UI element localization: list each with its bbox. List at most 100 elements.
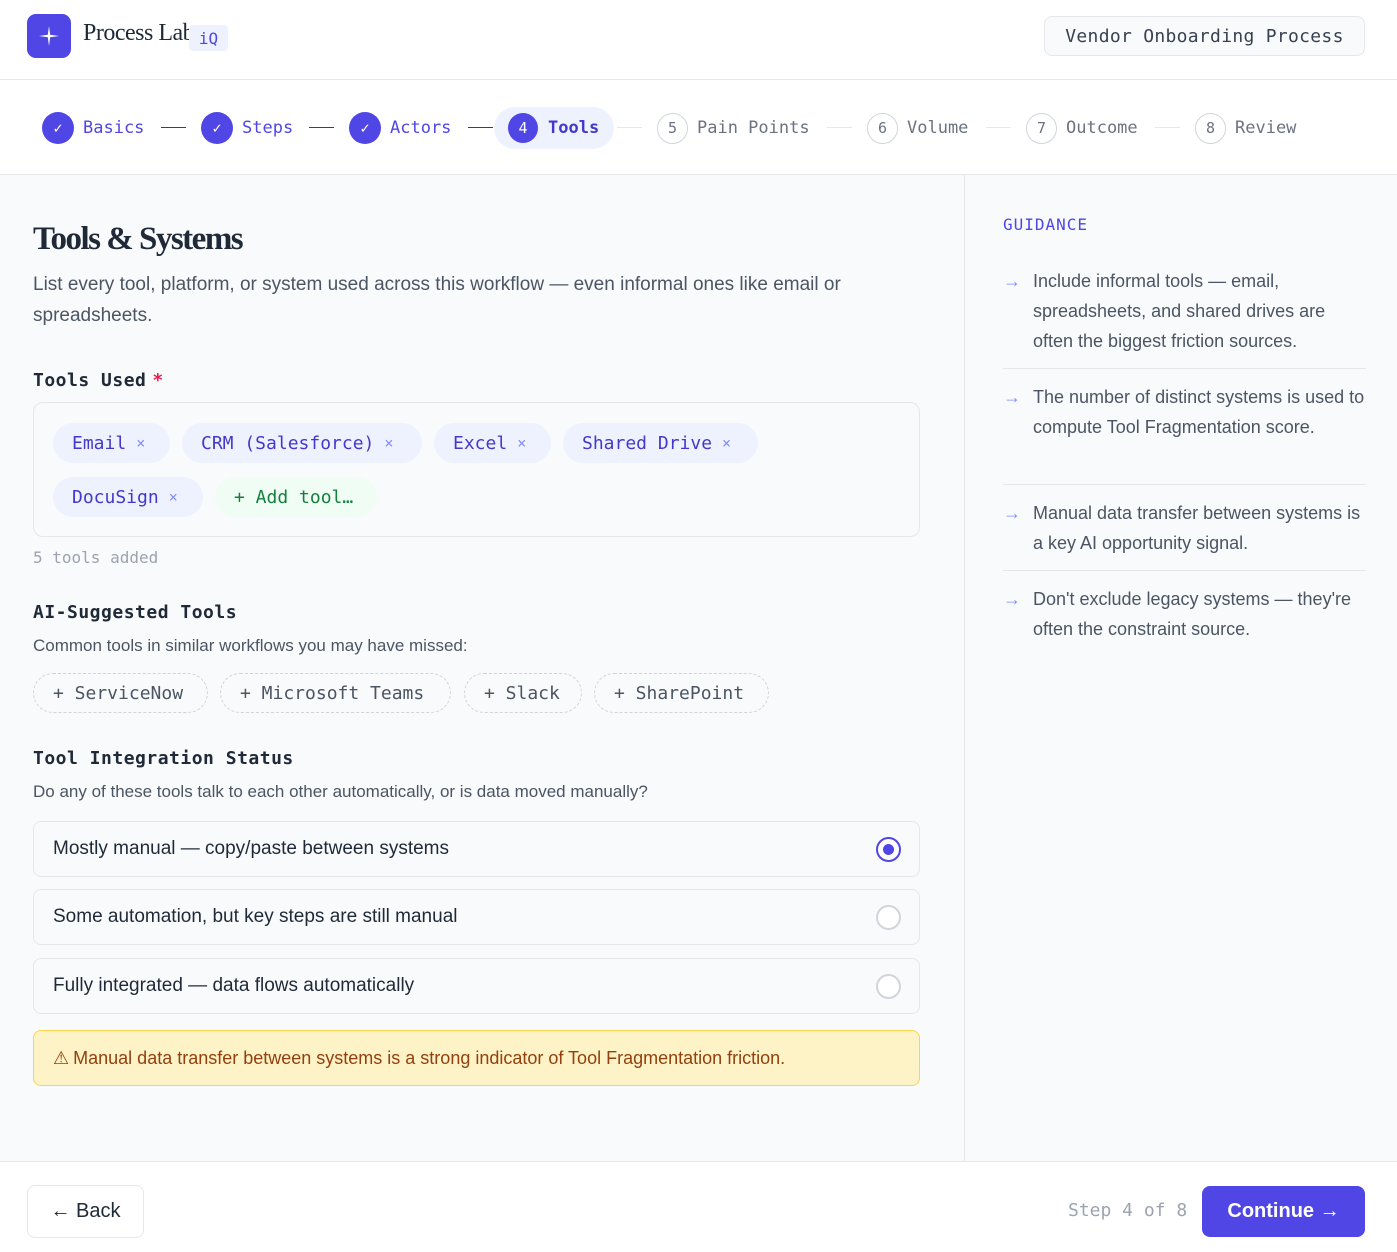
app-header: Process Lab iQ Vendor Onboarding Process xyxy=(0,0,1397,80)
step-label: Steps xyxy=(242,118,294,138)
step-counter: Step 4 of 8 xyxy=(1068,1200,1188,1221)
tool-chip-shared-drive[interactable]: Shared Drive × xyxy=(563,423,758,463)
guidance-text: The number of distinct systems is used t… xyxy=(1033,387,1365,437)
radio-selected-icon[interactable] xyxy=(876,837,901,862)
continue-button[interactable]: Continue → xyxy=(1202,1186,1365,1237)
guidance-text: Don't exclude legacy systems — they're o… xyxy=(1033,589,1352,639)
check-icon: ✓ xyxy=(42,112,74,144)
step-basics[interactable]: ✓ Basics xyxy=(42,107,144,149)
step-connector xyxy=(468,127,493,128)
integration-option-full[interactable]: Fully integrated — data flows automatica… xyxy=(33,958,920,1014)
step-connector xyxy=(1155,127,1180,128)
step-label: Basics xyxy=(83,118,145,138)
chip-label: Shared Drive xyxy=(582,432,713,454)
warning-icon: ⚠ xyxy=(53,1047,70,1068)
step-steps[interactable]: ✓ Steps xyxy=(201,107,293,149)
step-pain-points[interactable]: 5 Pain Points xyxy=(657,107,810,149)
guidance-item: → Manual data transfer between systems i… xyxy=(1003,498,1366,571)
arrow-right-icon: → xyxy=(1003,387,1021,407)
back-button[interactable]: ← Back xyxy=(27,1185,144,1238)
step-connector xyxy=(986,127,1011,128)
tool-chip-docusign[interactable]: DocuSign × xyxy=(53,477,203,517)
step-number: 5 xyxy=(657,112,688,144)
step-volume[interactable]: 6 Volume xyxy=(867,107,968,149)
step-number: 6 xyxy=(867,112,898,144)
step-label: Pain Points xyxy=(697,118,810,138)
guidance-panel: GUIDANCE → Include informal tools — emai… xyxy=(964,175,1397,1161)
integration-status-label: Tool Integration Status xyxy=(33,748,294,769)
step-connector xyxy=(617,127,642,128)
guidance-text: Manual data transfer between systems is … xyxy=(1033,503,1361,553)
option-label: Fully integrated — data flows automatica… xyxy=(53,975,415,996)
suggest-slack-button[interactable]: + Slack xyxy=(464,673,582,713)
arrow-right-icon: → xyxy=(1003,503,1021,523)
arrow-right-icon: → xyxy=(1003,589,1021,609)
logo xyxy=(27,14,71,58)
add-tool-button[interactable]: + Add tool… xyxy=(215,477,377,517)
step-number: 8 xyxy=(1195,112,1226,144)
guidance-text: Include informal tools — email, spreadsh… xyxy=(1033,271,1326,351)
integration-option-manual[interactable]: Mostly manual — copy/paste between syste… xyxy=(33,821,920,877)
suggest-sharepoint-button[interactable]: + SharePoint xyxy=(594,673,769,713)
integration-option-partial[interactable]: Some automation, but key steps are still… xyxy=(33,889,920,945)
step-connector xyxy=(827,127,852,128)
remove-icon[interactable]: × xyxy=(169,488,178,506)
step-label: Review xyxy=(1235,118,1297,138)
tools-count: 5 tools added xyxy=(33,548,159,567)
tool-chip-crm[interactable]: CRM (Salesforce) × xyxy=(182,423,422,463)
step-number: 7 xyxy=(1026,112,1057,144)
arrow-right-icon: → xyxy=(1003,271,1021,291)
remove-icon[interactable]: × xyxy=(384,434,393,452)
step-connector xyxy=(309,127,334,128)
chip-label: Email xyxy=(72,432,127,454)
suggest-servicenow-button[interactable]: + ServiceNow xyxy=(33,673,208,713)
chip-label: CRM (Salesforce) xyxy=(201,432,375,454)
step-label: Actors xyxy=(390,118,452,138)
option-label: Mostly manual — copy/paste between syste… xyxy=(53,838,450,859)
tools-used-text: Tools Used xyxy=(33,370,147,391)
step-label: Outcome xyxy=(1066,118,1138,138)
sparkle-icon xyxy=(39,26,59,46)
chip-label: DocuSign xyxy=(72,486,159,508)
step-label: Tools xyxy=(548,118,600,138)
process-name-pill[interactable]: Vendor Onboarding Process xyxy=(1044,16,1365,56)
step-tools[interactable]: 4 Tools xyxy=(494,107,615,149)
radio-empty-icon[interactable] xyxy=(876,974,901,999)
suggested-tools-description: Common tools in similar workflows you ma… xyxy=(33,636,468,655)
required-mark: * xyxy=(152,370,164,391)
guidance-item: → Include informal tools — email, spread… xyxy=(1003,266,1366,369)
brand-badge: iQ xyxy=(189,25,228,51)
tools-used-label: Tools Used * xyxy=(33,370,164,391)
remove-icon[interactable]: × xyxy=(136,434,145,452)
option-label: Some automation, but key steps are still… xyxy=(53,906,458,927)
warning-text: Manual data transfer between systems is … xyxy=(73,1047,786,1068)
main-panel: Tools & Systems List every tool, platfor… xyxy=(0,175,964,1161)
progress-stepper: ✓ Basics ✓ Steps ✓ Actors 4 Tools 5 Pain… xyxy=(0,80,1397,175)
step-outcome[interactable]: 7 Outcome xyxy=(1026,107,1138,149)
step-review[interactable]: 8 Review xyxy=(1195,107,1296,149)
tool-chip-excel[interactable]: Excel × xyxy=(434,423,551,463)
friction-warning: ⚠ Manual data transfer between systems i… xyxy=(33,1030,920,1086)
integration-status-description: Do any of these tools talk to each other… xyxy=(33,782,648,801)
tools-input-box[interactable]: Email × CRM (Salesforce) × Excel × Share… xyxy=(33,402,920,537)
page-description: List every tool, platform, or system use… xyxy=(33,274,841,326)
remove-icon[interactable]: × xyxy=(722,434,731,452)
footer-bar: ← Back Step 4 of 8 Continue → xyxy=(0,1161,1397,1252)
guidance-item: → The number of distinct systems is used… xyxy=(1003,382,1366,485)
check-icon: ✓ xyxy=(201,112,233,144)
step-actors[interactable]: ✓ Actors xyxy=(349,107,451,149)
brand-name: Process Lab xyxy=(83,20,195,46)
guidance-title: GUIDANCE xyxy=(1003,215,1089,234)
suggest-teams-button[interactable]: + Microsoft Teams xyxy=(220,673,451,713)
suggested-tools-label: AI-Suggested Tools xyxy=(33,602,238,623)
step-number: 4 xyxy=(508,113,538,143)
check-icon: ✓ xyxy=(349,112,381,144)
remove-icon[interactable]: × xyxy=(517,434,526,452)
step-label: Volume xyxy=(907,118,969,138)
tool-chip-email[interactable]: Email × xyxy=(53,423,170,463)
chip-label: Excel xyxy=(453,432,508,454)
radio-empty-icon[interactable] xyxy=(876,905,901,930)
step-connector xyxy=(161,127,186,128)
page-title: Tools & Systems xyxy=(33,221,244,257)
guidance-item: → Don't exclude legacy systems — they're… xyxy=(1003,584,1366,657)
